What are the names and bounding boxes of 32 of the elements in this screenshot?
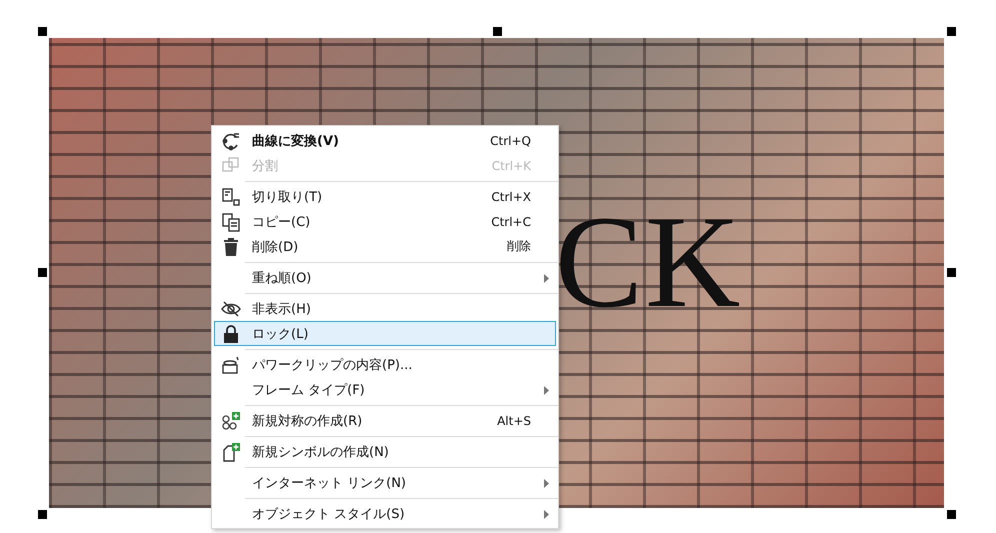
canvas-text: CK: [555, 196, 742, 328]
menu-item[interactable]: 曲線に変換(V) Ctrl+Q: [214, 128, 556, 153]
submenu-arrow-icon: [544, 510, 549, 519]
menu-item[interactable]: パワークリップの内容(P)...: [214, 352, 556, 377]
menu-item[interactable]: 切り取り(T) Ctrl+X: [214, 184, 556, 209]
symmetry-circles-icon: [220, 410, 240, 430]
selection-handle[interactable]: [947, 27, 956, 36]
submenu-arrow-icon: [544, 274, 549, 283]
menu-item[interactable]: インターネット リンク(N): [214, 470, 556, 495]
frame-container-icon: [220, 354, 240, 374]
menu-item[interactable]: ロック(L): [214, 321, 556, 346]
menu-item[interactable]: 非表示(H): [214, 296, 556, 321]
selection-handle[interactable]: [947, 268, 956, 277]
menu-item[interactable]: 削除(D) 削除: [214, 234, 556, 259]
menu-item[interactable]: 重ね順(O): [214, 265, 556, 290]
cut-document-icon: [220, 186, 240, 206]
selection-handle[interactable]: [947, 510, 956, 519]
menu-item[interactable]: フレーム タイプ(F): [214, 377, 556, 402]
curve-conversion-icon: [220, 130, 240, 150]
submenu-arrow-icon: [544, 479, 549, 488]
submenu-arrow-icon: [544, 386, 549, 395]
menu-item[interactable]: コピー(C) Ctrl+C: [214, 209, 556, 234]
menu-item[interactable]: 新規シンボルの作成(N): [214, 439, 556, 464]
menu-item[interactable]: 新規対称の作成(R) Alt+S: [214, 408, 556, 433]
selection-handle[interactable]: [38, 510, 47, 519]
new-symbol-icon: [220, 442, 240, 462]
selection-handle[interactable]: [493, 27, 502, 36]
copy-documents-icon: [220, 212, 240, 232]
selection-handle[interactable]: [38, 268, 47, 277]
selection-handle[interactable]: [38, 27, 47, 36]
hidden-eye-icon: [220, 298, 240, 318]
menu-item[interactable]: オブジェクト スタイル(S): [214, 501, 556, 526]
